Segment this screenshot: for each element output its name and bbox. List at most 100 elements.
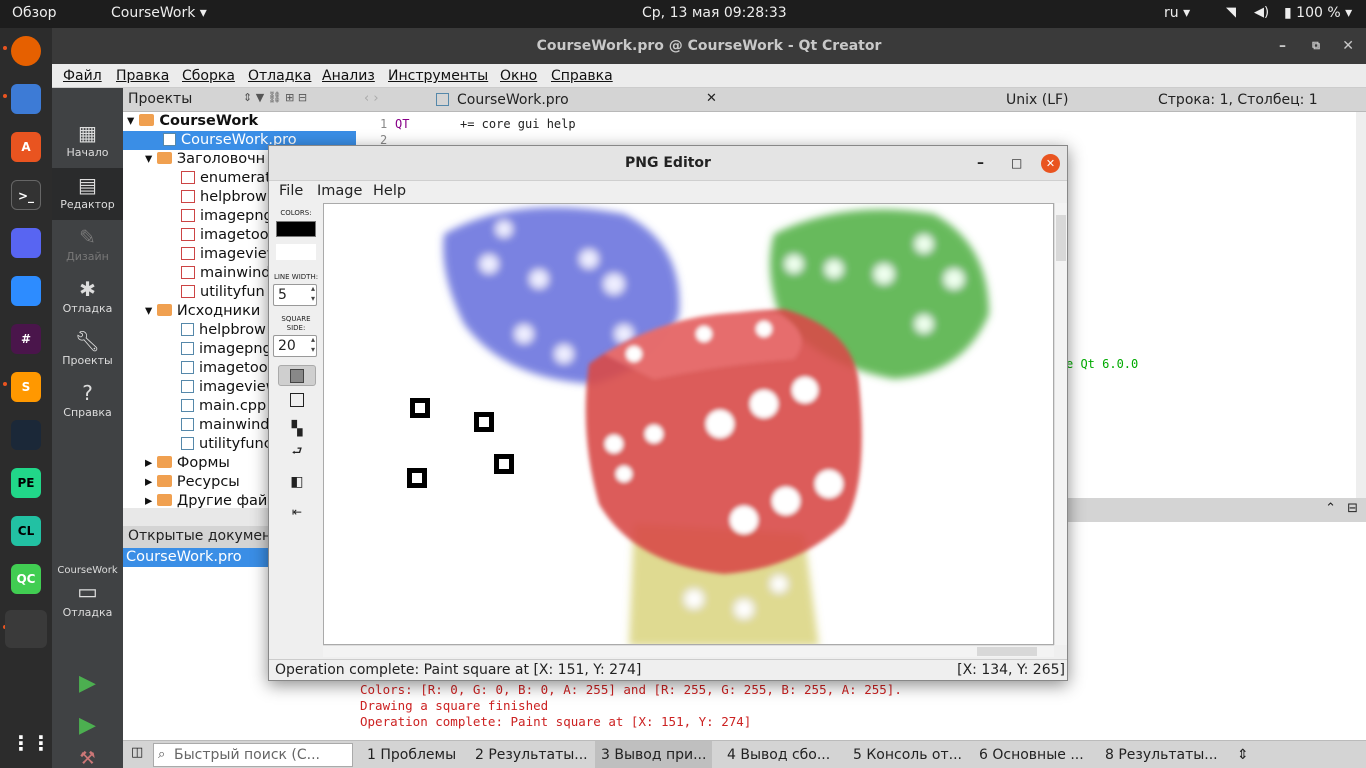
more-panes-icon[interactable]: ⇕ — [1237, 747, 1249, 763]
menu-tools[interactable]: Инструменты — [388, 68, 488, 84]
tree-file[interactable]: mainwind — [181, 416, 270, 435]
vertical-scrollbar[interactable] — [1054, 203, 1067, 645]
cursor-position[interactable]: Строка: 1, Столбец: 1 — [1158, 92, 1318, 108]
slack-icon[interactable]: # — [11, 324, 41, 354]
pane-tab-general[interactable]: 6 Основные ... — [979, 747, 1084, 763]
maximize-pane-icon[interactable]: ⌃ — [1325, 501, 1336, 516]
maximize-icon[interactable]: ⧉ — [1312, 28, 1320, 64]
pane-tab-compile[interactable]: 4 Вывод сбо... — [727, 747, 830, 763]
tree-file[interactable]: imagetoo — [181, 359, 268, 378]
debug-run-icon[interactable]: ▶ — [52, 708, 123, 744]
menu-analyze[interactable]: Анализ — [322, 68, 375, 84]
discord-icon[interactable] — [11, 228, 41, 258]
mode-help[interactable]: ? Справка — [52, 376, 123, 428]
image-canvas[interactable] — [323, 203, 1054, 645]
mode-edit[interactable]: ▤ Редактор — [52, 168, 123, 220]
tree-headers-folder[interactable]: ▾ Заголовочн — [145, 150, 265, 169]
tree-file[interactable]: imagepng — [181, 340, 272, 359]
tree-file[interactable]: enumerat — [181, 169, 271, 188]
projects-combo[interactable]: Проекты — [128, 91, 192, 107]
square-side-spinbox[interactable]: 20 — [273, 335, 317, 357]
tree-file[interactable]: imageview — [181, 245, 279, 264]
clock[interactable]: Ср, 13 мая 09:28:33 — [642, 5, 787, 21]
tree-file[interactable]: imagetoo — [181, 226, 269, 245]
menu-help[interactable]: Help — [373, 183, 406, 199]
run-icon[interactable]: ▶ — [52, 666, 123, 702]
kit-selector[interactable]: CourseWork ▭ Отладка — [52, 563, 123, 633]
active-window-icon[interactable] — [5, 610, 47, 648]
language-indicator[interactable]: ru ▾ — [1164, 5, 1190, 21]
mode-welcome[interactable]: ▦ Начало — [52, 116, 123, 168]
secondary-color-swatch[interactable] — [276, 244, 316, 260]
overview-button[interactable]: Обзор — [12, 5, 57, 21]
volume-icon[interactable]: ◀) — [1254, 5, 1269, 20]
horizontal-scrollbar[interactable] — [323, 645, 1054, 657]
filled-square-tool-icon[interactable] — [278, 365, 316, 386]
square-tool-icon[interactable] — [278, 389, 316, 410]
tree-file[interactable]: helpbrow — [181, 321, 266, 340]
tree-resources-folder[interactable]: ▸ Ресурсы — [145, 473, 240, 492]
tree-file[interactable]: utilityfunc — [181, 435, 272, 454]
editor-file-tab[interactable]: CourseWork.pro — [436, 92, 569, 108]
close-icon[interactable]: ✕ — [1041, 154, 1060, 173]
nav-back-icon[interactable]: ‹ › — [364, 91, 379, 106]
close-pane-icon[interactable]: ⊟ — [1347, 501, 1358, 516]
build-hammer-icon[interactable]: ⚒ — [52, 748, 123, 768]
maximize-icon[interactable]: □ — [1011, 146, 1022, 181]
close-document-icon[interactable]: ✕ — [706, 91, 717, 106]
line-width-spinbox[interactable]: 5 — [273, 284, 317, 306]
wifi-icon[interactable]: ◥ — [1226, 5, 1236, 20]
scroll-thumb[interactable] — [1056, 215, 1066, 261]
menu-build[interactable]: Сборка — [182, 68, 235, 84]
software-icon[interactable]: A — [11, 132, 41, 162]
qtcreator-icon[interactable]: QC — [11, 564, 41, 594]
sublime-icon[interactable]: S — [11, 372, 41, 402]
mode-design[interactable]: ✎ Дизайн — [52, 220, 123, 272]
menu-image[interactable]: Image — [317, 183, 362, 199]
rotate-icon[interactable]: ⮐ — [278, 442, 316, 463]
files-icon[interactable] — [11, 84, 41, 114]
menu-edit[interactable]: Правка — [116, 68, 169, 84]
menu-window[interactable]: Окно — [500, 68, 537, 84]
tree-forms-folder[interactable]: ▸ Формы — [145, 454, 230, 473]
pane-tab-console[interactable]: 5 Консоль от... — [853, 747, 962, 763]
zoom-icon[interactable] — [11, 276, 41, 306]
tree-file[interactable]: utilityfun — [181, 283, 265, 302]
swap-colors-icon[interactable]: ▚ — [278, 418, 316, 439]
tree-root[interactable]: ▾ CourseWork — [127, 112, 258, 131]
tree-other-folder[interactable]: ▸ Другие фай — [145, 492, 267, 508]
menu-file[interactable]: File — [279, 183, 303, 199]
tree-file[interactable]: helpbrow — [181, 188, 267, 207]
apps-grid-icon[interactable]: ⋮⋮⋮ — [11, 728, 71, 758]
sidebar-toggle-icon[interactable]: ◫ — [131, 745, 143, 760]
tree-file[interactable]: imagepng — [181, 207, 273, 226]
editor-scrollbar[interactable] — [1356, 112, 1366, 508]
pycharm-icon[interactable]: PE — [11, 468, 41, 498]
pane-tab-problems[interactable]: 1 Проблемы — [367, 747, 456, 763]
quick-search-input[interactable]: ⌕ Быстрый поиск (С... — [153, 743, 353, 767]
scroll-thumb[interactable] — [977, 647, 1037, 656]
line-ending-combo[interactable]: Unix (LF) — [1006, 92, 1069, 108]
menu-help[interactable]: Справка — [551, 68, 613, 84]
firefox-icon[interactable] — [11, 36, 41, 66]
close-icon[interactable]: ✕ — [1342, 28, 1354, 64]
filter-icon[interactable]: ⇕ ▼ ⛓ ⊞ ⊟ — [243, 91, 307, 104]
battery-indicator[interactable]: ▮ 100 % ▾ — [1284, 5, 1352, 21]
mode-projects[interactable]: 🔧︎ Проекты — [52, 324, 123, 376]
primary-color-swatch[interactable] — [276, 221, 316, 237]
terminal-icon[interactable]: >_ — [11, 180, 41, 210]
app-menu[interactable]: CourseWork ▾ — [111, 5, 207, 21]
mirror-icon[interactable]: ◧ — [278, 471, 316, 492]
minimize-icon[interactable]: – — [1279, 28, 1286, 64]
tree-file[interactable]: main.cpp — [181, 397, 266, 416]
clion-icon[interactable]: CL — [11, 516, 41, 546]
pane-tab-search[interactable]: 2 Результаты... — [475, 747, 588, 763]
tree-file[interactable]: imageview — [181, 378, 278, 397]
mode-debug[interactable]: ✱ Отладка — [52, 272, 123, 324]
export-icon[interactable]: ⇤ — [278, 501, 316, 522]
menu-file[interactable]: Файл — [63, 68, 102, 84]
pane-tab-results[interactable]: 8 Результаты... — [1105, 747, 1218, 763]
steam-icon[interactable] — [11, 420, 41, 450]
pane-tab-app-output[interactable]: 3 Вывод при... — [595, 741, 713, 768]
menu-debug[interactable]: Отладка — [248, 68, 311, 84]
